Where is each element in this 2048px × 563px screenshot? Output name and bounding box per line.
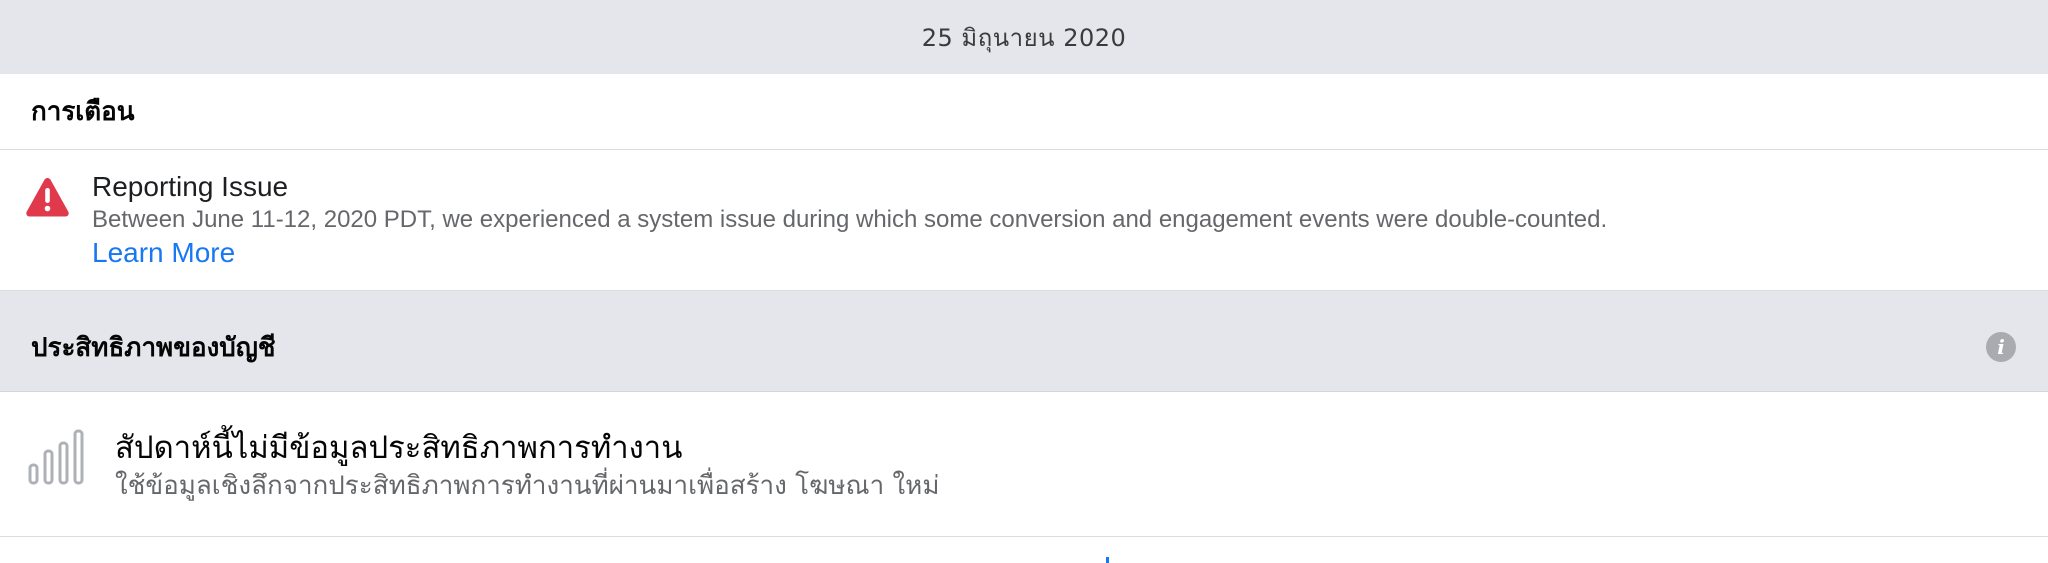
- empty-state-text: สัปดาห์นี้ไม่มีข้อมูลประสิทธิภาพการทำงาน…: [115, 428, 939, 504]
- date-bar: 25 มิถุนายน 2020: [0, 0, 2048, 74]
- alert-title: Reporting Issue: [92, 171, 289, 202]
- reporting-issue-alert: Reporting Issue Between June 11-12, 2020…: [0, 150, 2048, 291]
- alert-content: Reporting Issue Between June 11-12, 2020…: [92, 170, 1607, 270]
- bottom-strip: [0, 537, 2048, 563]
- notifications-title: การเตือน: [31, 97, 135, 127]
- empty-state-title: สัปดาห์นี้ไม่มีข้อมูลประสิทธิภาพการทำงาน: [115, 430, 683, 466]
- alert-description: Between June 11-12, 2020 PDT, we experie…: [92, 206, 1608, 233]
- partial-link-glyph: [1106, 557, 1109, 563]
- date-label: 25 มิถุนายน 2020: [921, 23, 1127, 52]
- info-icon[interactable]: i: [1986, 332, 2016, 362]
- empty-state-subtitle: ใช้ข้อมูลเชิงลึกจากประสิทธิภาพการทำงานที…: [115, 471, 940, 501]
- bar-chart-icon: [28, 429, 90, 485]
- account-performance-header: ประสิทธิภาพของบัญชี i: [0, 291, 2048, 392]
- learn-more-link[interactable]: Learn More: [92, 236, 235, 270]
- warning-triangle-icon: [25, 176, 70, 218]
- account-performance-title: ประสิทธิภาพของบัญชี: [31, 332, 276, 363]
- notifications-header: การเตือน: [0, 74, 2048, 150]
- performance-empty-state: สัปดาห์นี้ไม่มีข้อมูลประสิทธิภาพการทำงาน…: [0, 392, 2048, 537]
